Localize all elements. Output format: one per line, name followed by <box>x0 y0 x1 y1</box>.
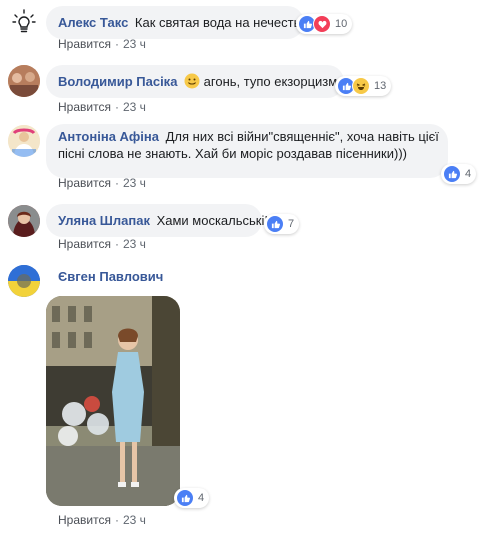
like-link[interactable]: Нравится <box>58 237 111 251</box>
separator-dot: · <box>114 100 119 114</box>
comment: Антоніна Афіна Для них всі війни"священн… <box>0 120 504 195</box>
reaction-summary[interactable]: 10 <box>296 14 353 34</box>
reaction-summary[interactable]: 7 <box>264 214 300 234</box>
reaction-count: 4 <box>198 492 205 504</box>
reaction-summary[interactable]: 13 <box>335 76 392 96</box>
comment-meta: Нравится · 23 ч <box>58 176 146 190</box>
avatar[interactable] <box>8 6 40 38</box>
smiley-emoji-icon <box>184 73 200 93</box>
comment-photo[interactable] <box>46 296 180 506</box>
like-icon <box>266 215 284 233</box>
avatar[interactable] <box>8 65 40 97</box>
comment-bubble: Антоніна Афіна Для них всі війни"священн… <box>46 124 448 178</box>
comment-author[interactable]: Євген Павлович <box>58 269 163 284</box>
avatar[interactable] <box>8 125 40 157</box>
reaction-summary[interactable]: 4 <box>174 488 210 508</box>
reaction-count: 7 <box>288 218 295 230</box>
comment: Уляна Шлапак Хами москальські! 7 Нравитс… <box>0 195 504 255</box>
timestamp[interactable]: 23 ч <box>123 513 146 527</box>
reaction-count: 4 <box>465 168 472 180</box>
like-link[interactable]: Нравится <box>58 37 111 51</box>
comment-meta: Нравится · 23 ч <box>58 37 146 51</box>
comment-author[interactable]: Антоніна Афіна <box>58 129 159 144</box>
reaction-summary[interactable]: 4 <box>441 164 477 184</box>
like-icon <box>176 489 194 507</box>
comment-meta: Нравится · 23 ч <box>58 513 146 527</box>
comment-text: агонь, тупо екзорцизм <box>203 74 338 89</box>
comment-author[interactable]: Володимир Пасіка <box>58 74 177 89</box>
like-link[interactable]: Нравится <box>58 100 111 114</box>
timestamp[interactable]: 23 ч <box>123 237 146 251</box>
timestamp[interactable]: 23 ч <box>123 37 146 51</box>
comment-text: Как святая вода на нечесть <box>134 15 301 30</box>
comment-bubble: Володимир Пасіка агонь, тупо екзорцизм <box>46 65 344 98</box>
separator-dot: · <box>114 513 119 527</box>
reaction-count: 13 <box>374 80 387 92</box>
like-link[interactable]: Нравится <box>58 176 111 190</box>
comment-bubble: Алекс Такс Как святая вода на нечесть <box>46 6 304 39</box>
reaction-count: 10 <box>335 18 348 30</box>
separator-dot: · <box>114 176 119 190</box>
comment-author[interactable]: Алекс Такс <box>58 15 128 30</box>
comment: Володимир Пасіка агонь, тупо екзорцизм 1… <box>0 60 504 120</box>
comment: Алекс Такс Как святая вода на нечесть 10… <box>0 0 504 60</box>
timestamp[interactable]: 23 ч <box>123 176 146 190</box>
comment-text: Хами москальські! <box>156 213 268 228</box>
comment-meta: Нравится · 23 ч <box>58 100 146 114</box>
avatar[interactable] <box>8 205 40 237</box>
haha-icon <box>352 77 370 95</box>
timestamp[interactable]: 23 ч <box>123 100 146 114</box>
like-icon <box>443 165 461 183</box>
comment-bubble: Уляна Шлапак Хами москальські! <box>46 204 268 237</box>
comment-meta: Нравится · 23 ч <box>58 237 146 251</box>
avatar[interactable] <box>8 265 40 297</box>
like-link[interactable]: Нравится <box>58 513 111 527</box>
separator-dot: · <box>114 37 119 51</box>
separator-dot: · <box>114 237 119 251</box>
comment-author[interactable]: Уляна Шлапак <box>58 213 150 228</box>
love-icon <box>313 15 331 33</box>
